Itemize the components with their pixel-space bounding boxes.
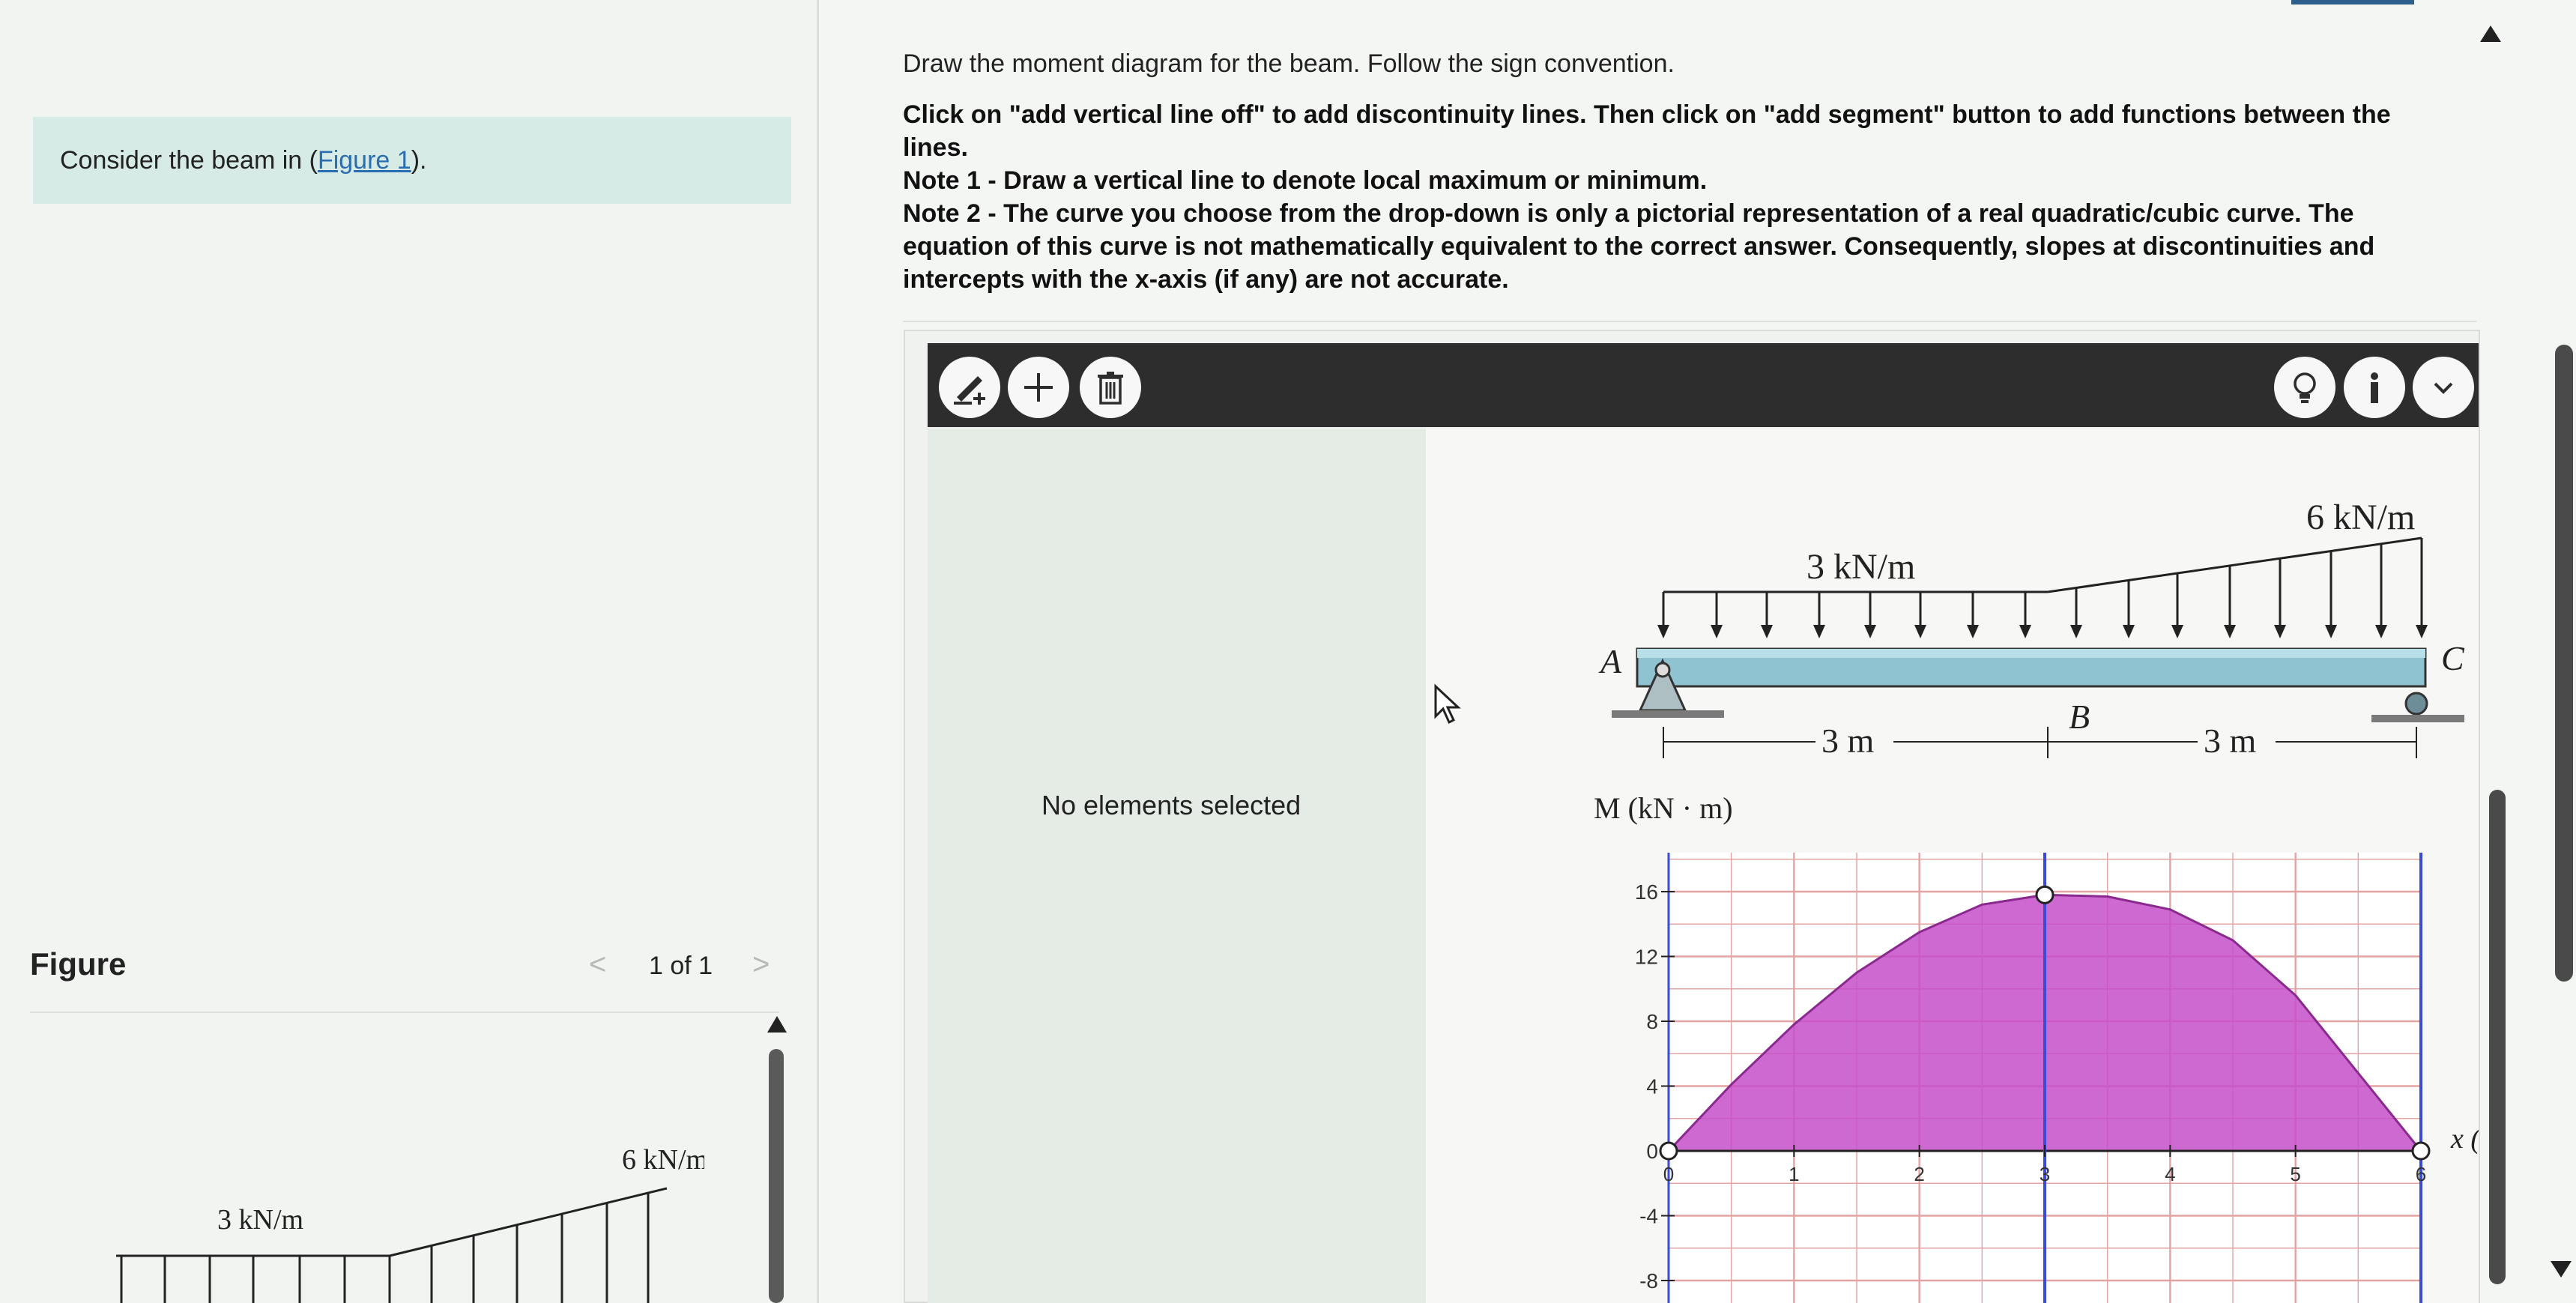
- moment-chart[interactable]: -8-404812160 1 2 3 4 5 6: [1635, 853, 2431, 1303]
- prompt-prefix: Consider the beam in (: [60, 145, 318, 175]
- hint-bulb-icon: [2294, 372, 2316, 403]
- x-tick-label: 5: [2290, 1163, 2300, 1185]
- content-divider: [903, 321, 2476, 322]
- span-left-label: 3 m: [1821, 722, 1875, 760]
- beam-load-right-label: 6 kN/m: [2306, 498, 2415, 537]
- figure-load-right-label: 6 kN/m: [622, 1144, 704, 1176]
- toolbar: [928, 343, 2479, 427]
- page-scroll-down-icon[interactable]: [2551, 1261, 2572, 1278]
- x-tick-label: 3: [2040, 1163, 2050, 1185]
- figure-scroll-up-icon[interactable]: [767, 1016, 787, 1033]
- chevron-down-icon: [2434, 382, 2453, 394]
- load-arrowhead: [2274, 625, 2286, 638]
- x-tick-label: 4: [2165, 1163, 2175, 1185]
- trash-icon: [1098, 372, 1123, 405]
- page-scroll-up-icon[interactable]: [2480, 25, 2501, 42]
- load-arrowhead: [1813, 625, 1825, 638]
- instructions-lead: Draw the moment diagram for the beam. Fo…: [903, 49, 1675, 78]
- figure-load-arrows: [120, 1193, 650, 1303]
- instructions-note-1: Note 1 - Draw a vertical line to denote …: [903, 166, 1708, 195]
- mouse-cursor-icon: [1434, 683, 1461, 725]
- x-tick-label: 1: [1789, 1163, 1799, 1185]
- add-vertical-line-icon: [954, 376, 985, 405]
- panel-divider: [817, 0, 819, 1303]
- y-tick-label: 8: [1646, 1010, 1658, 1033]
- instructions-line-1: Click on "add vertical line off" to add …: [903, 100, 2391, 162]
- figure-title: Figure: [30, 946, 127, 982]
- y-tick-label: -4: [1639, 1205, 1658, 1228]
- prompt-box: Consider the beam in (Figure 1).: [33, 117, 791, 204]
- expand-button[interactable]: [2413, 357, 2474, 418]
- label-c: C: [2441, 639, 2465, 677]
- load-arrowhead: [1864, 625, 1876, 638]
- add-segment-button[interactable]: [1008, 357, 1069, 418]
- beam-and-moment-diagram[interactable]: A B C 3 kN/m 6 kN/m 3 m 3 m M (kN · m) -…: [1426, 429, 2479, 1303]
- load-arrowhead: [1967, 625, 1979, 638]
- curve-handle[interactable]: [2411, 1141, 2431, 1161]
- x-axis-label: x (: [2450, 1123, 2479, 1155]
- figure-beam-thumbnail: 3 kN/m 6 kN/m: [116, 1144, 704, 1303]
- y-tick-label: 12: [1635, 946, 1658, 969]
- load-arrowhead: [1657, 625, 1669, 638]
- info-button[interactable]: [2344, 357, 2405, 418]
- load-arrowhead: [2171, 625, 2183, 638]
- figure-scrollbar[interactable]: [769, 1049, 784, 1303]
- info-icon: [2371, 372, 2378, 403]
- y-tick-label: 16: [1635, 880, 1658, 904]
- figure-divider: [30, 1012, 779, 1013]
- y-axis-label: M (kN · m): [1594, 791, 1733, 825]
- figure-link[interactable]: Figure 1: [318, 146, 411, 175]
- x-tick-label: 0: [1663, 1163, 1674, 1185]
- load-arrowhead: [2325, 625, 2337, 638]
- load-arrowhead: [2375, 625, 2387, 638]
- instructions: Draw the moment diagram for the beam. Fo…: [903, 49, 2401, 296]
- add-segment-icon: [1024, 373, 1053, 402]
- selection-status: No elements selected: [1041, 790, 1301, 820]
- delete-button[interactable]: [1080, 357, 1141, 418]
- properties-sidebar: [928, 429, 1426, 1303]
- top-link-underline[interactable]: [2291, 0, 2414, 4]
- beam-highlight: [1637, 649, 2425, 658]
- tool-scrollbar[interactable]: [2489, 790, 2506, 1284]
- beam-load-left-label: 3 kN/m: [1806, 547, 1915, 587]
- roller-support-c: [2371, 692, 2464, 722]
- load-arrowhead: [2224, 625, 2236, 638]
- load-arrowhead: [2123, 625, 2135, 638]
- load-arrowhead: [2019, 625, 2031, 638]
- previous-figure-button[interactable]: <: [589, 948, 606, 982]
- x-tick-label: 2: [1914, 1163, 1924, 1185]
- label-b: B: [2069, 698, 2090, 736]
- instructions-note-2: Note 2 - The curve you choose from the d…: [903, 199, 2375, 294]
- beam-diagram: A B C 3 kN/m 6 kN/m 3 m 3 m: [1598, 498, 2465, 760]
- next-figure-button[interactable]: >: [752, 948, 770, 982]
- add-vertical-line-button[interactable]: [939, 357, 1000, 418]
- x-tick-label: 6: [2416, 1163, 2426, 1185]
- load-arrowhead: [1761, 625, 1773, 638]
- curve-handle[interactable]: [2035, 885, 2055, 904]
- load-arrowhead: [1711, 625, 1723, 638]
- y-tick-label: 4: [1646, 1075, 1658, 1098]
- y-tick-label: 0: [1646, 1140, 1658, 1163]
- hint-button[interactable]: [2274, 357, 2335, 418]
- y-tick-label: -8: [1639, 1269, 1658, 1293]
- figure-load-left-label: 3 kN/m: [217, 1204, 303, 1236]
- curve-handle[interactable]: [1659, 1141, 1678, 1161]
- page-scrollbar[interactable]: [2555, 345, 2573, 982]
- load-arrowhead: [2070, 625, 2082, 638]
- label-a: A: [1598, 642, 1622, 680]
- load-arrowhead: [2416, 625, 2428, 638]
- figure-counter: 1 of 1: [649, 952, 713, 980]
- load-arrowhead: [1914, 625, 1926, 638]
- span-right-label: 3 m: [2204, 722, 2257, 760]
- prompt-suffix: ).: [411, 145, 427, 175]
